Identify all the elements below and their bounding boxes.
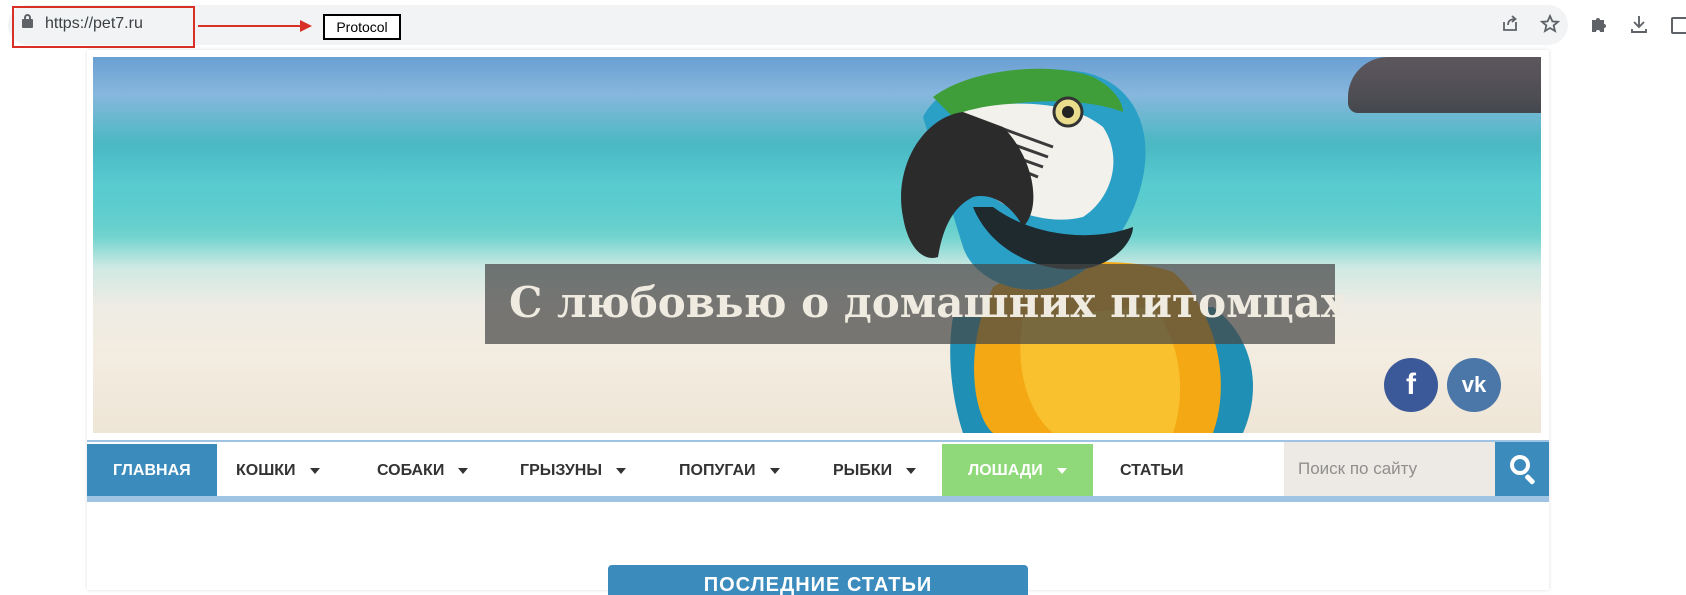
search-icon-handle (1524, 473, 1536, 486)
chevron-down-icon (309, 467, 320, 474)
annotation-label: Protocol (323, 14, 401, 40)
annotation-highlight-box (12, 6, 195, 48)
nav-label: ЛОШАДИ (968, 462, 1043, 479)
nav-label: ГЛАВНАЯ (113, 462, 191, 479)
side-panel-icon[interactable] (1671, 17, 1686, 34)
chevron-down-icon (616, 467, 626, 474)
nav-label: СТАТЬИ (1120, 462, 1184, 479)
facebook-button[interactable]: f (1384, 358, 1438, 412)
nav-item-parrots[interactable]: ПОПУГАИ (653, 444, 806, 498)
latest-articles-heading[interactable]: ПОСЛЕДНИЕ СТАТЬИ (608, 565, 1028, 595)
vk-button[interactable]: vk (1447, 358, 1501, 412)
browser-toolbar: https://pet7.ru Protocol (0, 0, 1686, 50)
nav-item-articles[interactable]: СТАТЬИ (1094, 444, 1209, 498)
chevron-down-icon (1056, 467, 1067, 474)
search-button[interactable] (1495, 442, 1549, 496)
site-title[interactable]: С любовью о домашних питомцах (509, 278, 1346, 327)
nav-label: СОБАКИ (377, 462, 445, 479)
extensions-icon[interactable] (1588, 14, 1610, 36)
site-title-box: С любовью о домашних питомцах (485, 264, 1346, 344)
search-icon (1510, 455, 1530, 475)
star-icon[interactable] (1539, 13, 1561, 36)
nav-item-home[interactable]: ГЛАВНАЯ (87, 444, 217, 498)
download-icon[interactable] (1628, 14, 1650, 36)
share-icon[interactable] (1499, 14, 1521, 36)
nav-item-rodents[interactable]: ГРЫЗУНЫ (494, 444, 652, 498)
header-banner: С любовью о домашних питомцах (93, 57, 1541, 433)
facebook-icon: f (1406, 368, 1416, 401)
annotation-arrow (198, 25, 304, 27)
chevron-down-icon (769, 467, 780, 474)
nav-label: КОШКИ (236, 462, 296, 479)
chevron-down-icon (906, 467, 917, 474)
nav-item-cats[interactable]: КОШКИ (210, 444, 346, 498)
vk-icon: vk (1461, 372, 1487, 397)
nav-label: РЫБКИ (833, 462, 893, 479)
search-input[interactable] (1284, 442, 1495, 496)
nav-underline (87, 496, 1549, 502)
nav-label: ГРЫЗУНЫ (520, 462, 602, 479)
nav-item-fish[interactable]: РЫБКИ (807, 444, 942, 498)
nav-item-dogs[interactable]: СОБАКИ (351, 444, 494, 498)
nav-item-horses[interactable]: ЛОШАДИ (942, 444, 1093, 498)
parrot-image (901, 68, 1253, 433)
annotation-arrow-head (300, 20, 312, 32)
nav-label: ПОПУГАИ (679, 462, 756, 479)
chevron-down-icon (458, 467, 469, 474)
